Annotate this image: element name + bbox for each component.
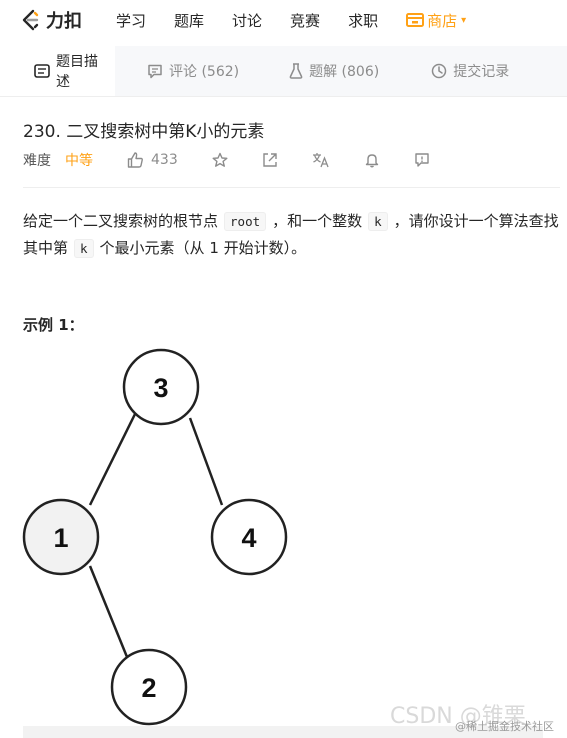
tab-label: 题目描述 xyxy=(56,54,98,90)
difficulty-label: 难度 xyxy=(23,153,51,169)
translate-icon xyxy=(312,153,329,168)
thumbs-up-icon xyxy=(127,152,143,168)
tree-node: 4 xyxy=(210,498,288,576)
desc-text: 给定一个二叉搜索树的根节点 xyxy=(23,212,219,230)
tab-description[interactable]: 题目描述 xyxy=(0,46,115,96)
tree-diagram: 3 1 4 2 xyxy=(22,348,288,726)
share-icon xyxy=(263,153,277,167)
logo-text: 力扣 xyxy=(46,11,82,32)
translate-button[interactable] xyxy=(312,152,330,168)
problem-description: 给定一个二叉搜索树的根节点 root ，和一个整数 k ，请你设计一个算法查找其中第 k 个… xyxy=(23,208,563,262)
tree-node-label: 2 xyxy=(141,673,156,703)
store-icon xyxy=(406,13,425,27)
like-count: 433 xyxy=(151,152,178,168)
desc-text: 个最小元素（从 1 开始计数）。 xyxy=(99,239,307,257)
code-k: k xyxy=(368,212,388,231)
description-icon xyxy=(34,64,50,78)
tree-node-label: 3 xyxy=(153,373,168,403)
problem-title: 230. 二叉搜索树中第K小的元素 xyxy=(23,122,265,142)
nav-item-store[interactable]: 商店 ▾ xyxy=(406,10,466,31)
tab-label: 评论 (562) xyxy=(169,64,240,80)
tree-node-label: 4 xyxy=(241,523,256,553)
difficulty-badge: 中等 xyxy=(65,153,93,169)
logo[interactable]: 力扣 xyxy=(20,7,82,33)
tree-node: 3 xyxy=(122,348,200,426)
tab-label: 提交记录 xyxy=(453,64,510,80)
nav-item-contest[interactable]: 竞赛 xyxy=(290,10,320,31)
bell-icon xyxy=(365,154,378,168)
code-k: k xyxy=(74,239,94,258)
divider xyxy=(23,187,560,188)
share-button[interactable] xyxy=(262,152,278,168)
flask-icon xyxy=(289,63,303,79)
favorite-button[interactable] xyxy=(212,152,228,168)
tree-edge xyxy=(188,417,224,506)
clock-icon xyxy=(431,63,447,79)
tree-edge xyxy=(88,565,129,658)
example-heading: 示例 1： xyxy=(23,316,84,334)
comment-icon xyxy=(147,64,163,79)
tab-solutions[interactable]: 题解 (806) xyxy=(273,46,395,96)
problem-tabs: 题目描述 评论 (562) 题解 (806) 提交记录 xyxy=(0,46,567,97)
chevron-down-icon: ▾ xyxy=(461,14,467,26)
desc-text: ，和一个整数 xyxy=(272,212,363,230)
notify-button[interactable] xyxy=(364,152,380,168)
leetcode-logo-icon xyxy=(22,9,39,31)
tab-label: 题解 (806) xyxy=(309,64,380,80)
nav-item-discuss[interactable]: 讨论 xyxy=(232,10,262,31)
feedback-icon xyxy=(415,153,429,167)
tree-node-label: 1 xyxy=(53,523,68,553)
nav-item-jobs[interactable]: 求职 xyxy=(348,10,378,31)
tab-submissions[interactable]: 提交记录 xyxy=(415,46,525,96)
feedback-button[interactable] xyxy=(414,152,430,168)
like-button[interactable]: 433 xyxy=(127,152,178,168)
tree-node-highlighted: 1 xyxy=(22,498,100,576)
store-label: 商店 xyxy=(427,11,458,30)
juejin-watermark: @稀土掘金技术社区 xyxy=(455,720,554,733)
nav-item-study[interactable]: 学习 xyxy=(116,10,146,31)
nav-item-problems[interactable]: 题库 xyxy=(174,10,204,31)
tree-node: 2 xyxy=(110,648,188,726)
tab-comments[interactable]: 评论 (562) xyxy=(131,46,255,96)
code-root: root xyxy=(224,212,267,231)
star-icon xyxy=(212,152,228,167)
top-nav: 力扣 学习 题库 讨论 竞赛 求职 商店 ▾ xyxy=(0,0,567,40)
tree-edge xyxy=(88,409,139,506)
problem-meta: 难度 中等 433 xyxy=(23,150,430,170)
